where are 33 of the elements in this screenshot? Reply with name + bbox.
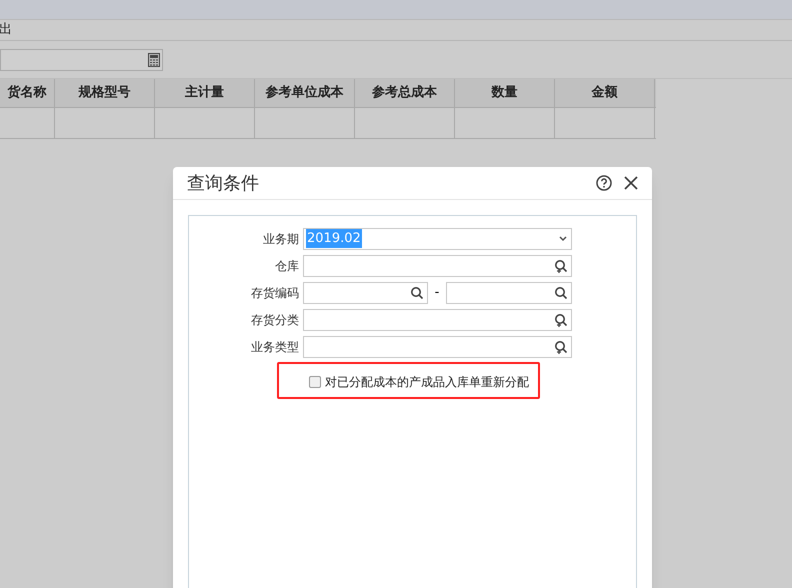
column-header: 数量 <box>455 79 555 107</box>
field-label: 仓库 <box>274 258 300 274</box>
column-header: 金额 <box>555 79 655 107</box>
dialog-title: 查询条件 <box>187 172 260 196</box>
column-header: 货名称 <box>0 79 55 107</box>
lookup-field[interactable] <box>303 336 572 358</box>
checkbox[interactable] <box>309 376 321 388</box>
column-header: 参考单位成本 <box>255 79 355 107</box>
search-icon[interactable] <box>410 286 424 300</box>
date-field[interactable] <box>0 48 163 70</box>
close-icon[interactable] <box>624 176 638 190</box>
chevron-down-icon[interactable] <box>558 234 568 242</box>
field-label: 业务类型 <box>250 338 300 356</box>
checkbox-label: 对已分配成本的产成品入库单重新分配 <box>325 374 529 391</box>
column-header: 规格型号 <box>55 79 155 107</box>
search-plus-icon[interactable] <box>554 258 568 272</box>
toolbar-button[interactable]: 出 <box>0 20 12 40</box>
help-icon[interactable] <box>596 175 612 191</box>
calculator-icon[interactable] <box>148 52 160 66</box>
field-label: 存货编码 <box>250 284 300 302</box>
lookup-field[interactable] <box>303 254 572 276</box>
search-plus-icon[interactable] <box>554 312 568 326</box>
selected-value: 2019.02 <box>306 228 362 248</box>
field-label: 存货分类 <box>250 312 300 328</box>
column-header: 主计量 <box>155 79 255 107</box>
search-icon[interactable] <box>554 286 568 300</box>
code-from-field[interactable] <box>303 282 428 304</box>
lookup-field[interactable] <box>303 308 572 330</box>
search-plus-icon[interactable] <box>554 340 568 354</box>
code-to-field[interactable] <box>446 282 572 304</box>
range-separator: - <box>434 284 440 302</box>
column-header: 参考总成本 <box>355 79 455 107</box>
field-label: 业务期 <box>262 230 300 248</box>
